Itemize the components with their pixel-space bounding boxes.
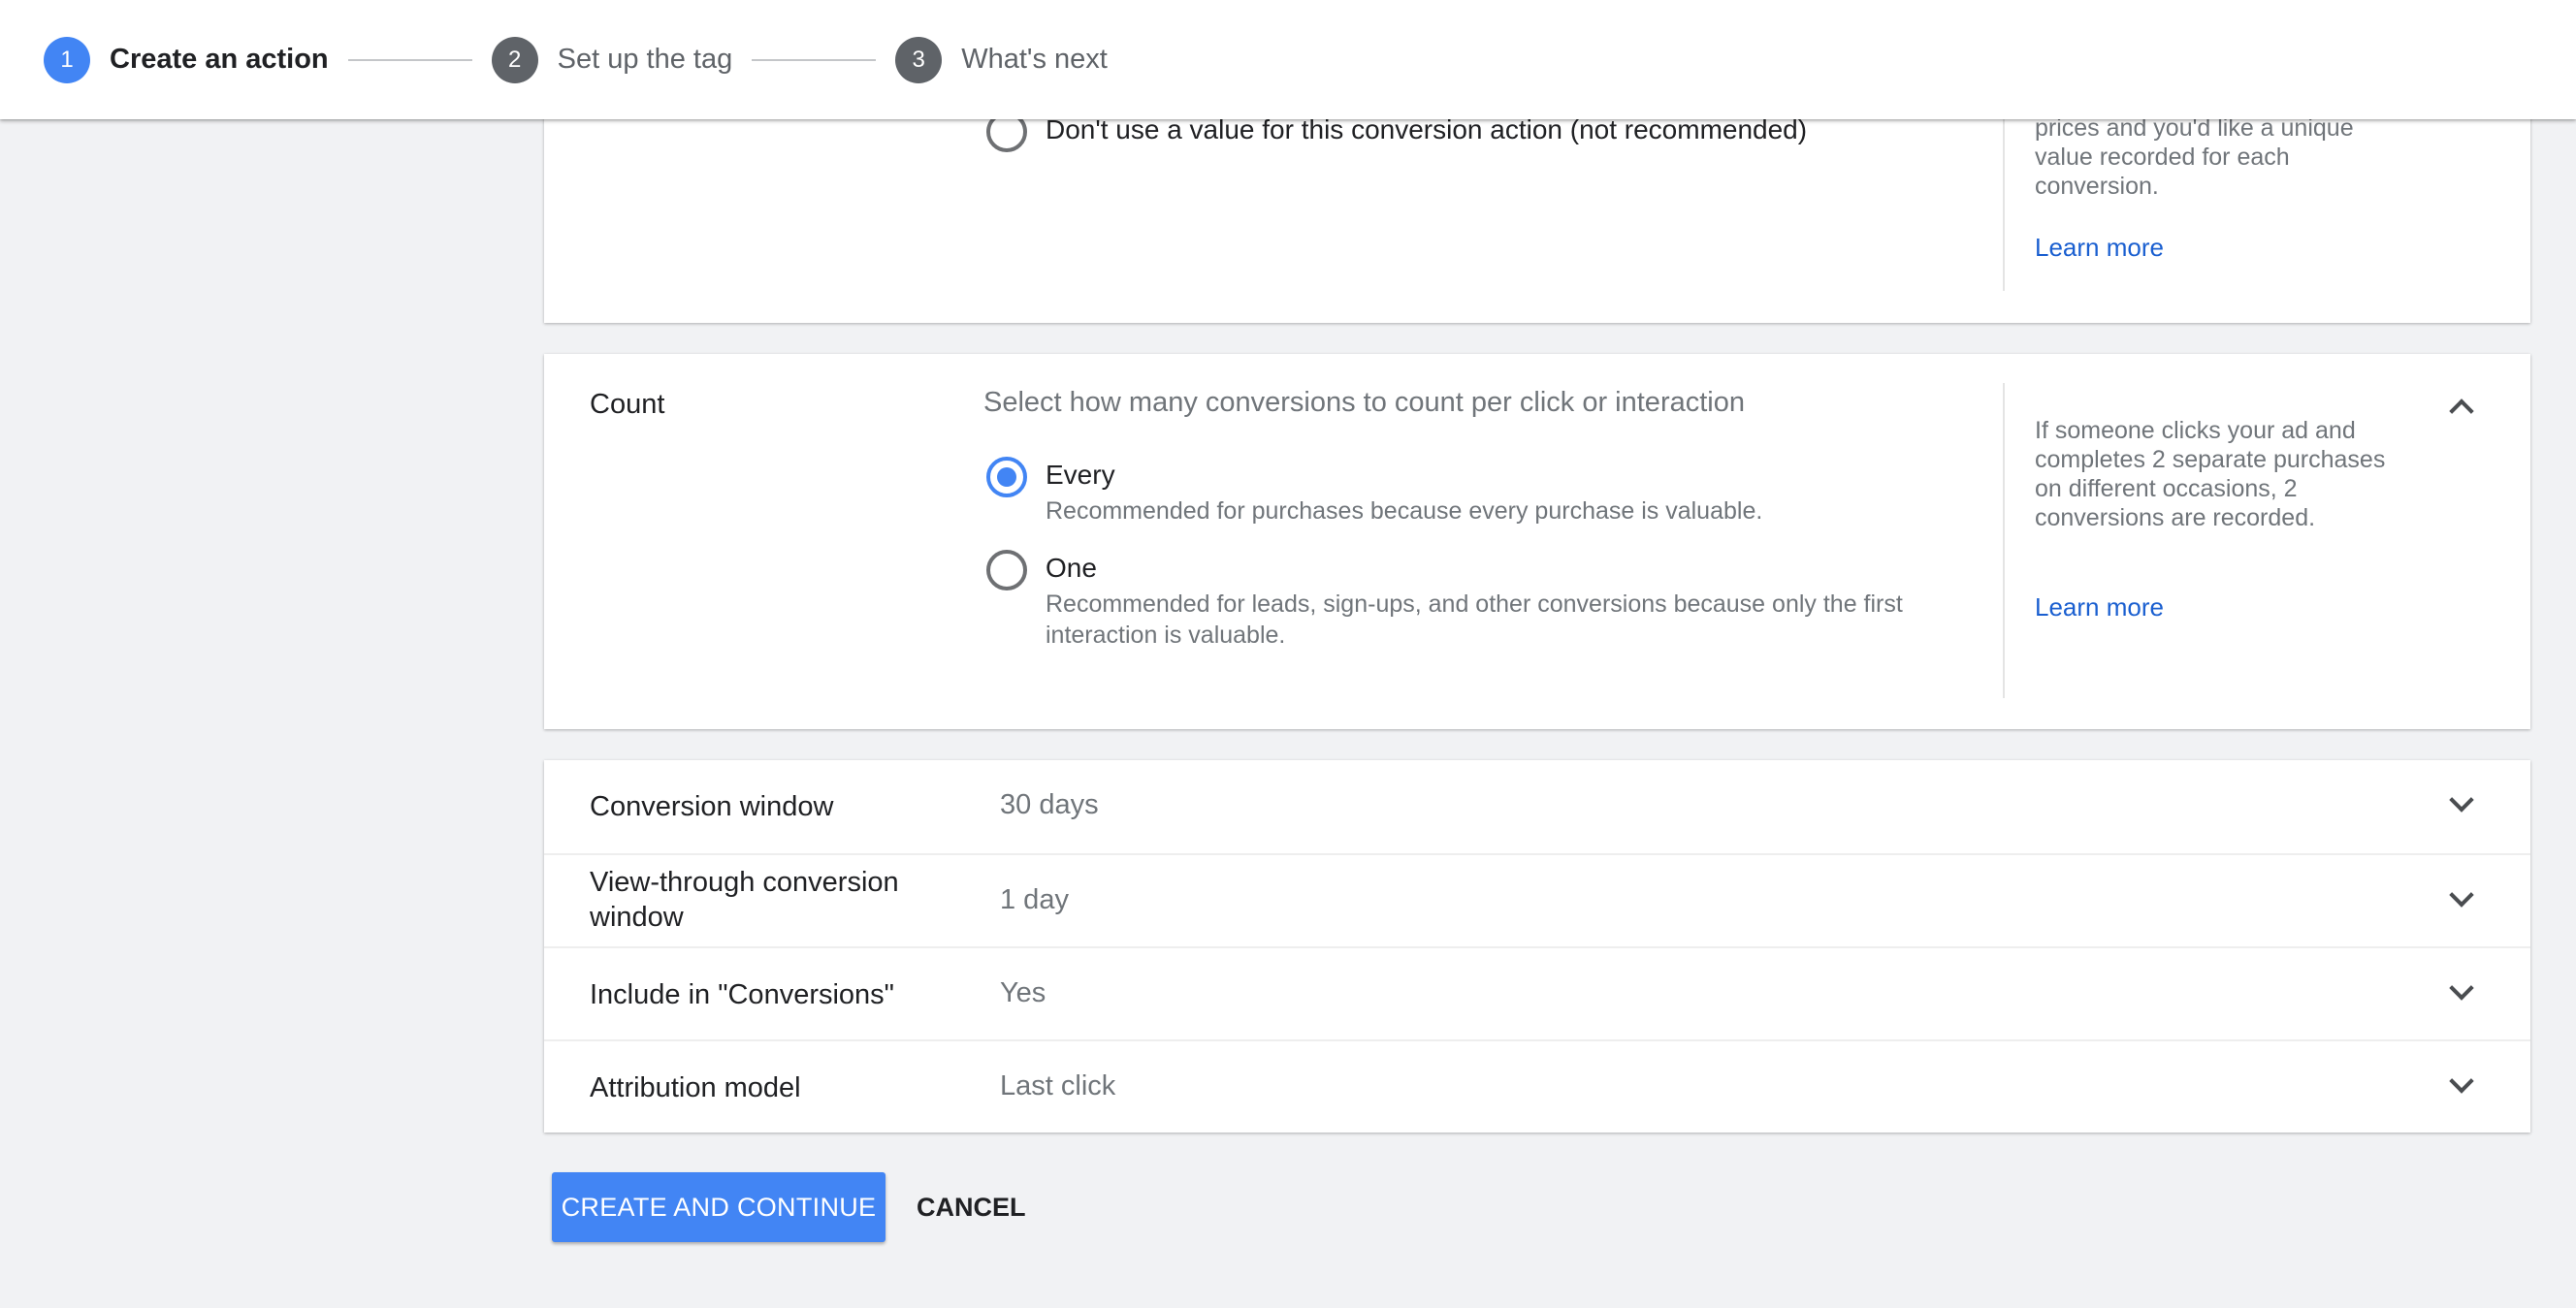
step-connector bbox=[347, 58, 472, 61]
learn-more-link[interactable]: Learn more bbox=[2035, 592, 2164, 622]
step-label: Set up the tag bbox=[557, 44, 733, 75]
setting-label: Attribution model bbox=[590, 1072, 801, 1103]
setting-label: View-through conversion window bbox=[590, 867, 899, 933]
count-label: Count bbox=[590, 389, 665, 420]
option-every-description: Recommended for purchases because every … bbox=[1046, 497, 1763, 525]
value-help-text: prices and you'd like a unique value rec… bbox=[2035, 114, 2354, 200]
setting-label: Include in "Conversions" bbox=[590, 979, 894, 1010]
setting-view-through-window[interactable]: View-through conversion window 1 day bbox=[544, 853, 2530, 946]
setting-value: 30 days bbox=[1000, 789, 1099, 820]
create-and-continue-button[interactable]: CREATE AND CONTINUE bbox=[552, 1172, 886, 1242]
chevron-down-icon[interactable] bbox=[2449, 787, 2474, 813]
setting-value: 1 day bbox=[1000, 884, 1069, 915]
chevron-down-icon[interactable] bbox=[2449, 882, 2474, 908]
step-label: Create an action bbox=[110, 44, 329, 75]
side-divider bbox=[2003, 383, 2005, 698]
count-subtitle: Select how many conversions to count per… bbox=[983, 387, 1745, 418]
option-every-title: Every bbox=[1046, 460, 1115, 490]
side-divider bbox=[2003, 116, 2005, 291]
radio-one[interactable] bbox=[986, 550, 1027, 590]
chevron-up-icon[interactable] bbox=[2449, 399, 2474, 424]
radio-every[interactable] bbox=[986, 457, 1027, 497]
setting-conversion-window[interactable]: Conversion window 30 days bbox=[544, 760, 2530, 853]
setting-include-in-conversions[interactable]: Include in "Conversions" Yes bbox=[544, 946, 2530, 1039]
setting-attribution-model[interactable]: Attribution model Last click bbox=[544, 1039, 2530, 1133]
step-number-3: 3 bbox=[895, 36, 943, 83]
learn-more-link[interactable]: Learn more bbox=[2035, 233, 2164, 263]
option-one-description: Recommended for leads, sign-ups, and oth… bbox=[1046, 590, 1903, 649]
count-section-card: Count Select how many conversions to cou… bbox=[544, 354, 2530, 729]
chevron-down-icon[interactable] bbox=[2449, 1069, 2474, 1094]
step-connector bbox=[752, 58, 877, 61]
step-number-1: 1 bbox=[44, 36, 90, 83]
chevron-down-icon[interactable] bbox=[2449, 975, 2474, 1001]
stepper: 1 Create an action 2 Set up the tag 3 Wh… bbox=[0, 0, 2576, 119]
cancel-button[interactable]: CANCEL bbox=[901, 1172, 1042, 1242]
settings-card: Conversion window 30 days View-through c… bbox=[544, 760, 2530, 1133]
setting-label: Conversion window bbox=[590, 791, 834, 822]
step-create-an-action[interactable]: 1 Create an action bbox=[44, 36, 329, 83]
step-set-up-the-tag[interactable]: 2 Set up the tag bbox=[491, 36, 733, 83]
setting-value: Last click bbox=[1000, 1070, 1116, 1101]
setting-value: Yes bbox=[1000, 977, 1046, 1008]
step-whats-next[interactable]: 3 What's next bbox=[895, 36, 1108, 83]
option-one-title: One bbox=[1046, 553, 1097, 583]
count-help-text: If someone clicks your ad and completes … bbox=[2035, 417, 2386, 531]
step-number-2: 2 bbox=[491, 36, 538, 83]
step-label: What's next bbox=[961, 44, 1108, 75]
